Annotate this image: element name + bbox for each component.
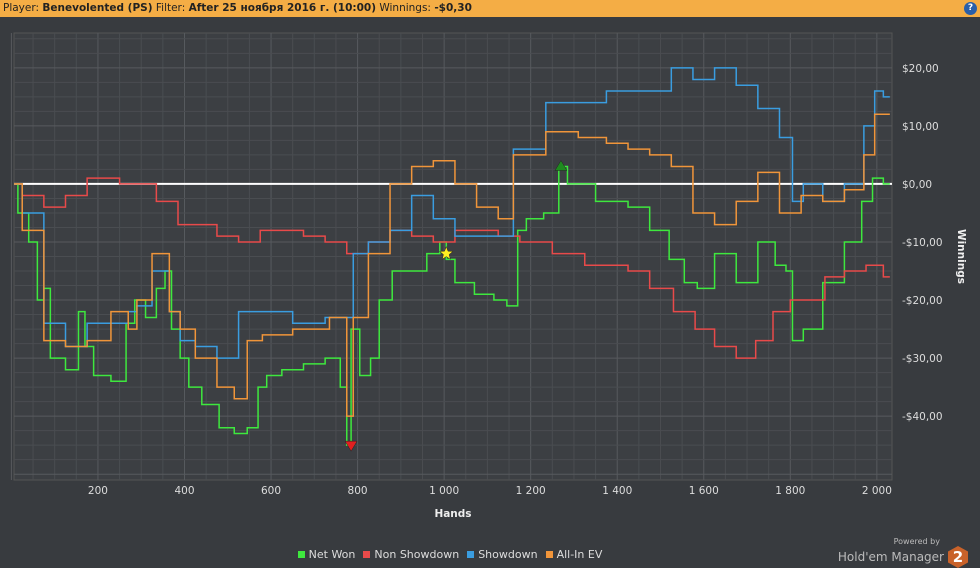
- legend-item[interactable]: Non Showdown: [363, 548, 459, 561]
- legend-swatch: [363, 551, 371, 558]
- y-axis-title: Winnings: [955, 229, 967, 284]
- legend-item[interactable]: All-In EV: [545, 548, 603, 561]
- legend-label: Net Won: [308, 548, 356, 561]
- hm2-logo-icon: 2: [948, 546, 968, 568]
- y-tick-label: $20,00: [902, 63, 939, 75]
- x-tick-label: 1 600: [689, 485, 719, 497]
- x-axis-title: Hands: [434, 508, 471, 520]
- x-tick-label: 1 000: [429, 485, 459, 497]
- y-tick-label: -$30,00: [902, 353, 943, 365]
- y-tick-label: -$10,00: [902, 237, 943, 249]
- x-tick-label: 2 000: [862, 485, 892, 497]
- y-tick-label: $10,00: [902, 121, 939, 133]
- legend-item[interactable]: Showdown: [467, 548, 538, 561]
- y-tick-label: $0,00: [902, 179, 932, 191]
- brand-name: Hold'em Manager: [837, 550, 944, 564]
- y-tick-label: -$20,00: [902, 295, 943, 307]
- brand-logo: Powered by Hold'em Manager 2: [838, 537, 968, 568]
- legend-label: Non Showdown: [374, 548, 460, 561]
- powered-by-text: Powered by: [893, 537, 940, 546]
- legend-item[interactable]: Net Won: [297, 548, 356, 561]
- x-tick-label: 600: [261, 485, 281, 497]
- legend-label: Showdown: [478, 548, 538, 561]
- legend-swatch: [545, 551, 553, 558]
- legend-swatch: [297, 551, 305, 558]
- x-tick-label: 1 800: [775, 485, 805, 497]
- legend-swatch: [467, 551, 475, 558]
- x-tick-label: 1 400: [602, 485, 632, 497]
- x-tick-label: 1 200: [516, 485, 546, 497]
- legend-label: All-In EV: [556, 548, 603, 561]
- x-tick-label: 800: [348, 485, 368, 497]
- winnings-chart: 200 400 600 800 1 000 1 200 1 400 1 600 1 800 2 0…: [10, 32, 967, 520]
- legend: Net Won Non Showdown Showdown All-In EV: [0, 548, 800, 561]
- y-tick-label: -$40,00: [902, 411, 943, 423]
- x-tick-label: 200: [88, 485, 108, 497]
- x-tick-label: 400: [174, 485, 194, 497]
